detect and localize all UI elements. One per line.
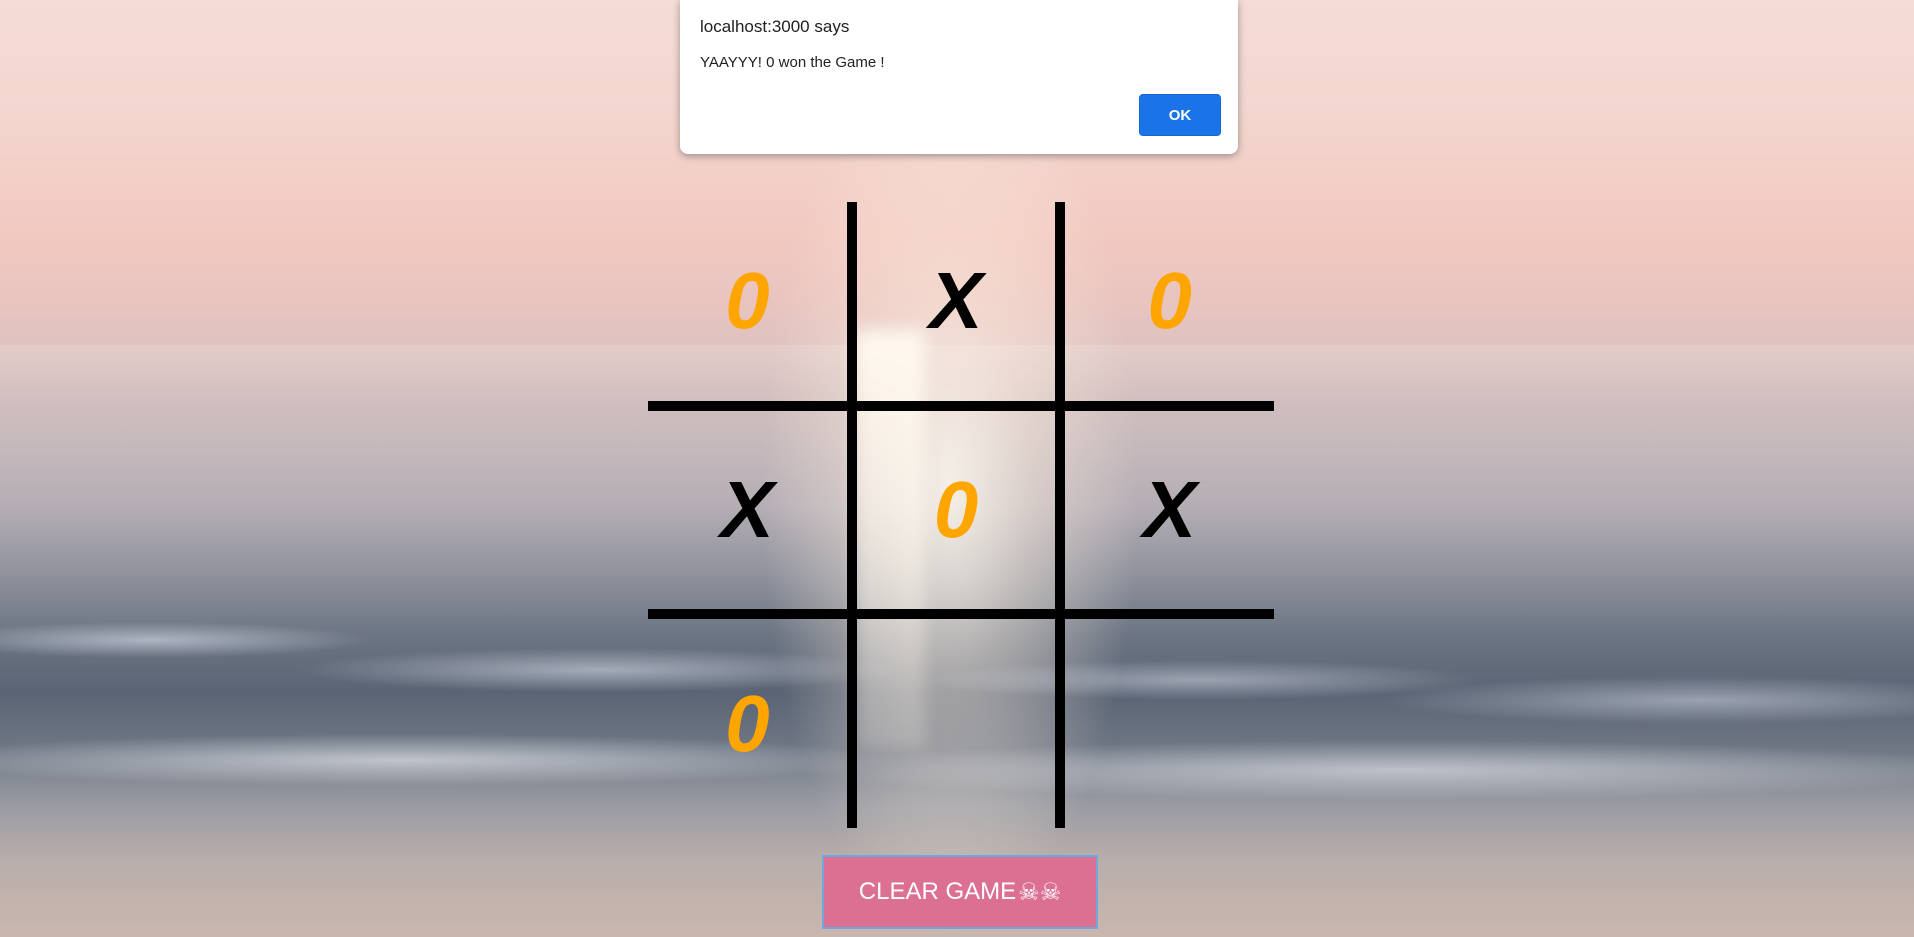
board-cell[interactable]: 0 bbox=[1065, 202, 1274, 411]
game-board: 0 X 0 X 0 X 0 bbox=[648, 202, 1274, 828]
ok-button[interactable]: OK bbox=[1139, 94, 1221, 136]
page: 0 X 0 X 0 X 0 CLEAR GAME ☠☠ localhost:300… bbox=[0, 0, 1914, 937]
alert-dialog: localhost:3000 says YAAYYY! 0 won the Ga… bbox=[680, 0, 1238, 154]
board-cell[interactable]: 0 bbox=[856, 410, 1066, 620]
board-cell[interactable]: 0 bbox=[648, 202, 857, 411]
skull-icon: ☠☠ bbox=[1018, 878, 1062, 906]
dialog-title: localhost:3000 says bbox=[700, 17, 850, 36]
dialog-message: YAAYYY! 0 won the Game ! bbox=[700, 54, 885, 71]
clear-game-button[interactable]: CLEAR GAME ☠☠ bbox=[822, 855, 1098, 929]
board-cell[interactable]: X bbox=[648, 410, 857, 620]
board-cell[interactable]: X bbox=[1065, 411, 1274, 620]
clear-game-label: CLEAR GAME bbox=[858, 878, 1017, 905]
board-cell[interactable]: 0 bbox=[648, 619, 857, 828]
board-cell[interactable]: X bbox=[856, 202, 1066, 411]
board-cell[interactable] bbox=[857, 619, 1066, 828]
board-cell[interactable] bbox=[1065, 619, 1274, 828]
